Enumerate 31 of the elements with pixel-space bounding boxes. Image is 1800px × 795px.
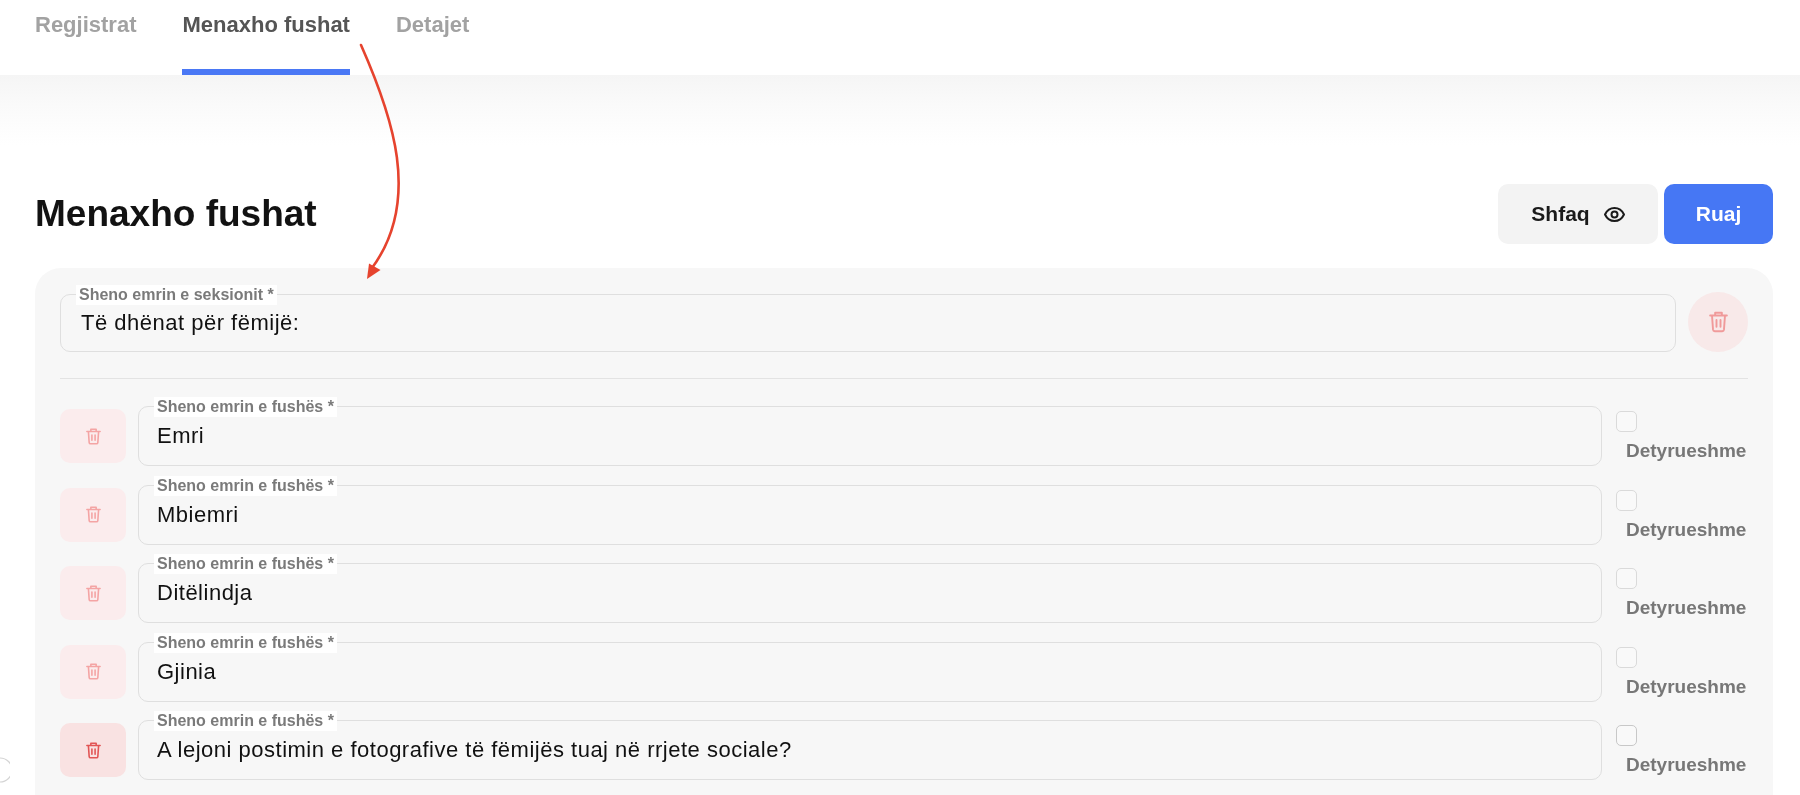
required-checkbox[interactable]: [1616, 411, 1637, 432]
checkbox-label: Detyrueshme: [1626, 754, 1747, 777]
trash-icon: [85, 427, 101, 445]
delete-field-button[interactable]: [60, 566, 126, 621]
save-button[interactable]: Ruaj: [1664, 184, 1773, 244]
trash-icon: [85, 584, 101, 602]
field-label: Sheno emrin e seksionit *: [76, 285, 277, 305]
checkbox-label: Detyrueshme: [1626, 597, 1747, 620]
required-checkbox[interactable]: [1616, 646, 1637, 668]
trash-icon: [85, 663, 101, 681]
trash-icon: [1708, 311, 1728, 333]
field-label: Sheno emrin e fushës *: [154, 711, 337, 732]
field-label: Sheno emrin e fushës *: [154, 475, 337, 496]
page-title: Menaxho fushat: [35, 192, 317, 236]
required-checkbox[interactable]: [1616, 489, 1637, 511]
field-label: Sheno emrin e fushës *: [154, 397, 337, 417]
checkbox-label: Detyrueshme: [1626, 518, 1747, 541]
trash-icon: [85, 506, 101, 524]
delete-field-button[interactable]: [60, 723, 126, 778]
field-label: Sheno emrin e fushës *: [154, 632, 337, 653]
eye-icon: [1603, 206, 1625, 222]
trash-icon: [85, 741, 101, 759]
preview-button[interactable]: Shfaq: [1498, 184, 1658, 244]
required-checkbox[interactable]: [1616, 725, 1637, 747]
delete-field-button[interactable]: [60, 409, 126, 463]
checkbox-label: Detyrueshme: [1626, 440, 1747, 462]
delete-field-button[interactable]: [60, 644, 126, 699]
field-label: Sheno emrin e fushës *: [154, 554, 337, 575]
checkbox-label: Detyrueshme: [1626, 675, 1747, 698]
required-checkbox[interactable]: [1616, 568, 1637, 590]
delete-field-button[interactable]: [60, 487, 126, 542]
